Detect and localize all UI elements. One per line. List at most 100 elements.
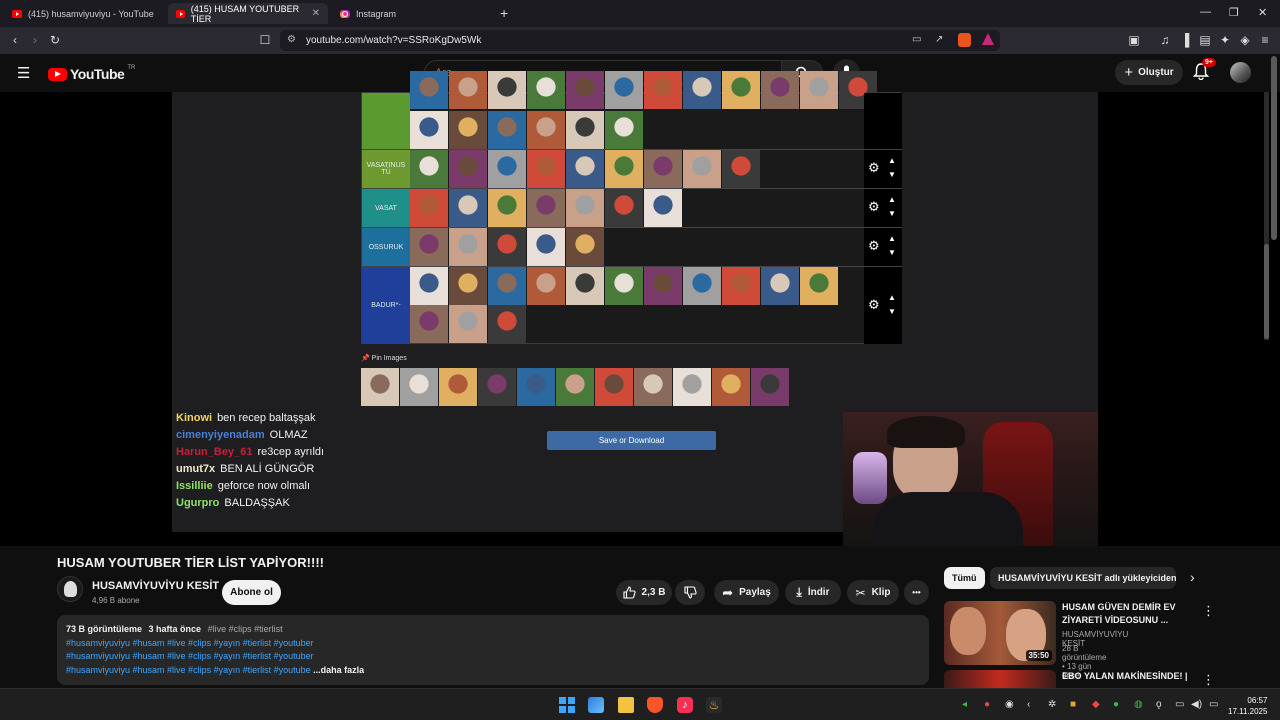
- page-scrollbar[interactable]: [1271, 56, 1277, 240]
- bookmark-icon[interactable]: ☐: [258, 33, 272, 47]
- restore-icon[interactable]: ❐: [1229, 6, 1239, 19]
- file-explorer-icon[interactable]: [618, 697, 634, 713]
- chevron-up-icon[interactable]: ▲: [888, 156, 896, 165]
- download-button[interactable]: ⤓ İndir: [785, 580, 841, 605]
- network-icon[interactable]: ▭: [1175, 699, 1184, 710]
- youtube-logo[interactable]: YouTube TR: [48, 65, 135, 82]
- tray-app-icon[interactable]: ■: [1070, 699, 1076, 710]
- microphone-tray-icon[interactable]: ǫ: [1156, 699, 1162, 710]
- more-vert-icon[interactable]: ⋮: [1202, 672, 1215, 688]
- hamburger-menu-icon[interactable]: ☰: [17, 64, 30, 82]
- sidebar-icon[interactable]: ▣: [1127, 33, 1141, 47]
- pin-face-thumbnail: [595, 368, 633, 406]
- new-tab-button[interactable]: +: [500, 5, 508, 21]
- like-button[interactable]: 2,3 B: [616, 580, 672, 605]
- windows-start-icon[interactable]: [559, 697, 575, 713]
- video-title[interactable]: EBO YALAN MAKİNESİNDE! |: [1062, 670, 1198, 683]
- tab-instagram[interactable]: Instagram: [332, 3, 492, 24]
- chevron-down-icon[interactable]: ▼: [888, 307, 896, 316]
- chevron-right-icon[interactable]: ›: [1190, 569, 1195, 585]
- tray-app-icon[interactable]: ●: [1113, 699, 1119, 710]
- gear-icon[interactable]: ⚙: [868, 199, 880, 215]
- channel-avatar[interactable]: [57, 576, 83, 602]
- close-window-icon[interactable]: ✕: [1258, 6, 1267, 19]
- hashtag-line[interactable]: #husamviyuviyu #husam #live #clips #yayı…: [66, 650, 920, 664]
- chip-uploader[interactable]: HUSAMVİYUVİYU KESİT adlı yükleyiciden: [990, 567, 1176, 589]
- tier-face-thumbnail: [527, 228, 565, 266]
- minimize-icon[interactable]: —: [1200, 6, 1211, 18]
- brave-browser-icon[interactable]: [647, 697, 663, 713]
- chevron-up-icon[interactable]: ▲: [888, 293, 896, 302]
- tab-youtube-channel[interactable]: (415) husamviyuviyu - YouTube: [4, 3, 164, 24]
- gear-icon[interactable]: ⚙: [868, 160, 880, 176]
- tier-controls: ⚙ ▲ ▼: [864, 189, 902, 227]
- reading-list-icon[interactable]: ▐: [1178, 33, 1192, 47]
- tray-app-icon[interactable]: ✲: [1048, 699, 1056, 710]
- dislike-button[interactable]: [675, 580, 705, 605]
- vpn-icon[interactable]: ◈: [1238, 33, 1252, 47]
- gear-icon[interactable]: ⚙: [868, 297, 880, 313]
- description-box[interactable]: 73 B görüntüleme 3 hafta önce #live #cli…: [57, 615, 929, 685]
- gear-icon[interactable]: ⚙: [868, 238, 880, 254]
- brave-rewards-icon[interactable]: [982, 33, 994, 45]
- chevron-down-icon[interactable]: ▼: [888, 170, 896, 179]
- media-icon[interactable]: ♫: [1158, 33, 1172, 47]
- video-thumbnail[interactable]: [944, 670, 1056, 688]
- browser-menu-icon[interactable]: ≡: [1258, 33, 1272, 47]
- tray-app-icon[interactable]: ●: [984, 699, 990, 710]
- system-clock[interactable]: 06:57 17.11.2025: [1228, 695, 1267, 717]
- battery-icon[interactable]: ▭: [1209, 699, 1218, 710]
- chevron-down-icon[interactable]: ▼: [888, 209, 896, 218]
- tab-youtube-video[interactable]: (415) HUSAM YOUTUBER TİER ✕: [168, 3, 328, 24]
- tray-app-icon[interactable]: ◍: [1134, 699, 1143, 710]
- app-icon[interactable]: ♨: [706, 697, 722, 713]
- tray-app-icon[interactable]: ◆: [1092, 699, 1100, 710]
- channel-name[interactable]: HUSAMVİYUVİYU KESİT: [92, 580, 219, 592]
- chevron-down-icon[interactable]: ▼: [888, 248, 896, 257]
- more-actions-button[interactable]: •••: [904, 580, 929, 605]
- tier-list-board: VASATINUS TÜ ⚙ ▲ ▼ VASAT ⚙ ▲ ▼ OSSURUK ⚙…: [361, 71, 902, 344]
- back-arrow-icon[interactable]: ‹: [8, 33, 22, 47]
- tier-face-thumbnail: [683, 267, 721, 305]
- tier-face-thumbnail: [410, 305, 448, 343]
- cast-icon[interactable]: ▭: [912, 34, 921, 45]
- tray-app-icon[interactable]: ◂: [962, 699, 967, 710]
- chevron-up-icon[interactable]: ▲: [888, 195, 896, 204]
- tab-title: Instagram: [356, 8, 397, 19]
- notifications-button[interactable]: 9+: [1192, 58, 1216, 85]
- more-vert-icon[interactable]: ⋮: [1202, 603, 1215, 619]
- hashtag-line[interactable]: #husamviyuviyu #husam #live #clips #yayı…: [66, 637, 920, 651]
- close-tab-icon[interactable]: ✕: [312, 8, 320, 19]
- chevron-up-icon[interactable]: ▲: [888, 234, 896, 243]
- show-more-link[interactable]: ...daha fazla: [313, 665, 364, 675]
- tray-app-icon[interactable]: ‹: [1027, 699, 1030, 710]
- download-label: İndir: [807, 587, 830, 598]
- address-bar[interactable]: ⚙ youtube.com/watch?v=SSRoKgDw5Wk ▭ ↗: [280, 30, 1000, 51]
- chip-all[interactable]: Tümü: [944, 567, 985, 589]
- stream-scrollbar: [1264, 92, 1269, 340]
- wallet-icon[interactable]: ▤: [1198, 33, 1212, 47]
- video-player[interactable]: VASATINUS TÜ ⚙ ▲ ▼ VASAT ⚙ ▲ ▼ OSSURUK ⚙…: [0, 71, 1280, 546]
- avatar[interactable]: [1230, 62, 1251, 83]
- share-page-icon[interactable]: ↗: [935, 34, 943, 45]
- brave-shield-icon[interactable]: [958, 33, 971, 47]
- tier-face-thumbnail: [566, 111, 604, 149]
- tier-face-thumbnail: [449, 228, 487, 266]
- clip-button[interactable]: ✂ Klip: [847, 580, 899, 605]
- tier-face-thumbnail: [449, 71, 487, 109]
- tier-face-thumbnail: [488, 267, 526, 305]
- volume-icon[interactable]: ◀): [1191, 699, 1202, 710]
- forward-arrow-icon[interactable]: ›: [28, 33, 42, 47]
- leo-ai-icon[interactable]: ✦: [1218, 33, 1232, 47]
- tray-app-icon[interactable]: ◉: [1005, 699, 1014, 710]
- inline-hashtags[interactable]: #live #clips #tierlist: [208, 624, 283, 634]
- video-thumbnail[interactable]: 35:50: [944, 601, 1056, 665]
- apple-music-icon[interactable]: ♪: [677, 697, 693, 713]
- video-title[interactable]: HUSAM GÜVEN DEMİR EV ZİYARETİ VİDEOSUNU …: [1062, 601, 1198, 627]
- create-button[interactable]: + Oluştur: [1115, 60, 1183, 85]
- share-button[interactable]: ➦ Paylaş: [714, 580, 779, 605]
- site-info-icon[interactable]: ⚙: [287, 34, 296, 45]
- subscribe-button[interactable]: Abone ol: [222, 580, 281, 605]
- photos-app-icon[interactable]: [588, 697, 604, 713]
- reload-icon[interactable]: ↻: [48, 33, 62, 47]
